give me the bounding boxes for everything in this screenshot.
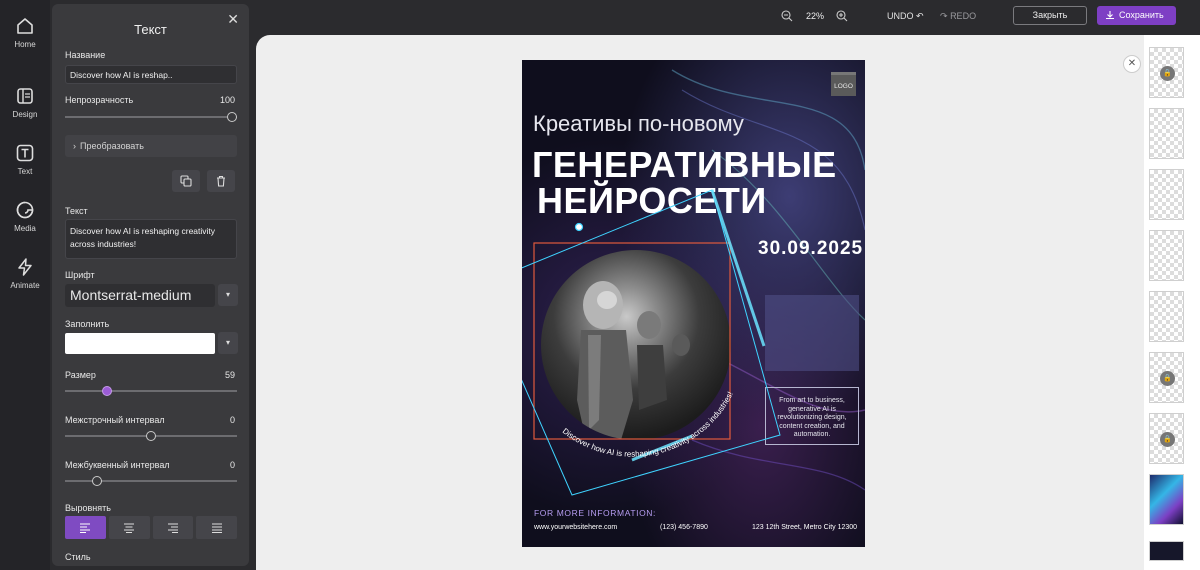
nav-item-animate[interactable]: Animate — [0, 257, 50, 290]
delete-button[interactable] — [207, 170, 235, 192]
nav-label-home: Home — [14, 40, 36, 49]
zoom-in-icon[interactable] — [836, 10, 848, 25]
size-label: Размер — [65, 370, 96, 380]
font-select[interactable]: Montserrat-medium — [65, 284, 215, 307]
fill-color-swatch[interactable] — [65, 333, 215, 354]
nav-label-media: Media — [14, 224, 36, 233]
opacity-label: Непрозрачность — [65, 95, 134, 105]
align-button-group — [65, 516, 237, 539]
redo-icon: ↷ — [940, 11, 948, 21]
poster[interactable]: LOGO Креативы по-новому ГЕНЕРАТИВНЫЕ НЕЙ… — [522, 60, 865, 547]
line-spacing-value: 0 — [229, 415, 235, 425]
nav-item-text[interactable]: Text — [0, 143, 50, 176]
align-center-button[interactable] — [108, 516, 150, 539]
align-right-icon — [167, 522, 178, 533]
text-properties-panel: Текст ✕ Название Discover how AI is resh… — [52, 4, 249, 566]
zoom-level: 22% — [806, 11, 825, 21]
animate-icon — [18, 258, 32, 276]
letter-spacing-label: Межбуквенный интервал — [65, 460, 170, 470]
left-nav: Home Design Text Media Animate — [0, 0, 50, 570]
style-label: Стиль — [65, 552, 91, 562]
layer-thumb[interactable]: 🔒 — [1149, 413, 1184, 464]
text-icon — [16, 144, 34, 162]
align-justify-icon — [211, 522, 222, 533]
nav-label-text: Text — [17, 167, 33, 176]
poster-address[interactable]: 123 12th Street, Metro City 12300 — [752, 524, 857, 531]
letter-spacing-slider[interactable] — [65, 476, 237, 486]
zoom-out-icon[interactable] — [781, 10, 793, 25]
letter-spacing-slider-knob[interactable] — [92, 476, 102, 486]
layers-panel: 🔒 🔒 🔒 — [1144, 35, 1200, 570]
undo-icon: ↶ — [916, 11, 924, 21]
redo-label: REDO — [950, 11, 977, 21]
layers-close-icon[interactable]: ✕ — [1123, 55, 1141, 73]
transform-collapse[interactable]: › Преобразовать — [65, 135, 237, 157]
layer-thumb-image[interactable] — [1149, 474, 1184, 525]
poster-phone[interactable]: (123) 456-7890 — [660, 524, 708, 531]
layer-thumb[interactable] — [1149, 230, 1184, 281]
poster-more-info[interactable]: FOR MORE INFORMATION: — [534, 508, 656, 518]
panel-title: Текст — [134, 22, 167, 37]
poster-website[interactable]: www.yourwebsitehere.com — [534, 524, 617, 531]
layer-thumb[interactable]: 🔒 — [1149, 352, 1184, 403]
opacity-value: 100 — [219, 95, 235, 105]
layer-thumb-background[interactable] — [1149, 541, 1184, 561]
nav-item-design[interactable]: Design — [0, 86, 50, 119]
trash-icon — [217, 175, 225, 187]
size-slider-knob[interactable] — [102, 386, 112, 396]
nav-item-home[interactable]: Home — [0, 16, 50, 49]
undo-label: UNDO — [887, 11, 914, 21]
align-right-button[interactable] — [152, 516, 194, 539]
save-icon — [1106, 11, 1114, 20]
undo-button[interactable]: UNDO ↶ — [887, 11, 924, 22]
name-input[interactable]: Discover how AI is reshap.. — [65, 65, 237, 84]
text-label: Текст — [65, 206, 88, 216]
nav-label-animate: Animate — [10, 281, 40, 290]
text-input[interactable]: Discover how AI is reshaping creativity … — [65, 219, 237, 259]
size-slider[interactable] — [65, 386, 237, 396]
layer-thumb[interactable] — [1149, 169, 1184, 220]
curved-caption[interactable]: Discover how AI is reshaping creativity … — [561, 390, 735, 459]
size-value: 59 — [224, 370, 235, 380]
opacity-slider[interactable] — [65, 112, 237, 122]
layer-thumb[interactable] — [1149, 291, 1184, 342]
lock-icon[interactable]: 🔒 — [1160, 66, 1175, 81]
panel-close-icon[interactable]: ✕ — [227, 11, 239, 28]
lock-icon[interactable]: 🔒 — [1160, 432, 1175, 447]
duplicate-button[interactable] — [172, 170, 200, 192]
line-spacing-slider[interactable] — [65, 431, 237, 441]
transform-label: Преобразовать — [80, 141, 144, 151]
align-left-icon — [80, 522, 91, 533]
line-spacing-slider-knob[interactable] — [146, 431, 156, 441]
align-center-icon — [124, 522, 135, 533]
duplicate-icon — [180, 175, 192, 187]
fill-label: Заполнить — [65, 319, 110, 329]
design-icon — [17, 88, 33, 104]
save-button[interactable]: Сохранить — [1097, 6, 1176, 25]
home-icon — [17, 18, 33, 34]
selection-overlay: Discover how AI is reshaping creativity … — [522, 189, 781, 496]
chevron-right-icon: › — [73, 141, 76, 151]
nav-label-design: Design — [12, 110, 38, 119]
nav-item-media[interactable]: Media — [0, 200, 50, 233]
align-label: Выровнять — [65, 503, 111, 513]
layer-thumb[interactable]: 🔒 — [1149, 47, 1184, 98]
line-spacing-label: Межстрочный интервал — [65, 415, 165, 425]
name-label: Название — [65, 50, 106, 60]
close-button[interactable]: Закрыть — [1013, 6, 1087, 25]
media-icon — [16, 201, 34, 219]
lock-icon[interactable]: 🔒 — [1160, 371, 1175, 386]
font-dropdown-icon[interactable]: ▾ — [218, 284, 238, 306]
align-justify-button[interactable] — [196, 516, 237, 539]
layer-thumb[interactable] — [1149, 108, 1184, 159]
align-left-button[interactable] — [65, 516, 106, 539]
save-label: Сохранить — [1119, 10, 1164, 20]
letter-spacing-value: 0 — [229, 460, 235, 470]
opacity-slider-knob[interactable] — [227, 112, 237, 122]
redo-button[interactable]: ↷ REDO — [940, 11, 976, 22]
fill-dropdown-icon[interactable]: ▾ — [218, 332, 238, 354]
font-label: Шрифт — [65, 270, 95, 280]
